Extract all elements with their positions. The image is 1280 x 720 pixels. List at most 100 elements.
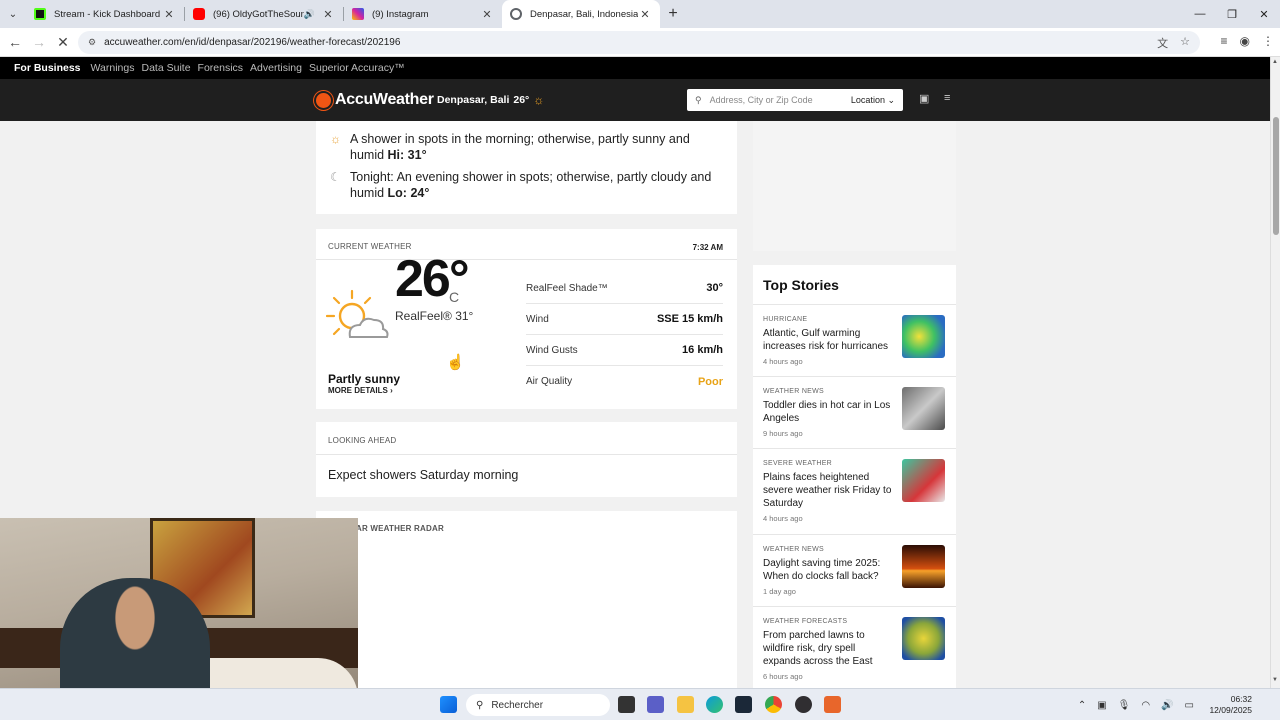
- ad-placeholder: [753, 121, 956, 251]
- obs-icon[interactable]: [795, 696, 812, 713]
- page-scrollbar[interactable]: ▲ ▼: [1270, 57, 1280, 688]
- story-headline[interactable]: From parched lawns to wildfire risk, dry…: [763, 629, 893, 668]
- tab-instagram[interactable]: (9) Instagram ✕: [344, 0, 502, 28]
- story-time: 4 hours ago: [763, 514, 803, 523]
- microphone-icon[interactable]: 🎙: [1118, 700, 1131, 711]
- volume-icon[interactable]: 🔊: [1161, 700, 1173, 711]
- tab-kick[interactable]: Stream - Kick Dashboard ✕: [26, 0, 184, 28]
- for-business-link[interactable]: For Business: [14, 62, 81, 74]
- app-icon[interactable]: [824, 696, 841, 713]
- night-forecast: ☾ Tonight: An evening shower in spots; o…: [330, 169, 720, 201]
- partly-sunny-icon: [326, 289, 389, 338]
- story-item[interactable]: SEVERE WEATHER Plains faces heightened s…: [753, 448, 956, 534]
- data-suite-link[interactable]: Data Suite: [142, 62, 191, 74]
- teams-icon[interactable]: [647, 696, 664, 713]
- story-headline[interactable]: Toddler dies in hot car in Los Angeles: [763, 399, 893, 425]
- browser-toolbar: ← → ✕ ⚙ accuweather.com/en/id/denpasar/2…: [0, 28, 1280, 57]
- media-control-icon[interactable]: ≡: [1221, 34, 1228, 48]
- youtube-favicon-icon: [193, 8, 205, 20]
- bookmark-star-icon[interactable]: ☆: [1180, 35, 1190, 51]
- detail-value: SSE 15 km/h: [656, 313, 723, 325]
- accuweather-logo[interactable]: AccuWeather: [316, 91, 434, 109]
- story-category: WEATHER NEWS: [763, 546, 825, 553]
- stop-loading-icon[interactable]: ✕: [51, 34, 75, 51]
- windows-start-icon[interactable]: [440, 696, 457, 713]
- sunset-thumbnail[interactable]: [902, 545, 945, 588]
- tab-search-icon[interactable]: ⌄: [0, 0, 26, 28]
- car-seat-thumbnail[interactable]: [902, 387, 945, 430]
- loading-favicon-icon: [510, 8, 522, 20]
- looking-ahead-caption: LOOKING AHEAD: [328, 436, 397, 445]
- chrome-icon[interactable]: [765, 696, 782, 713]
- windows-taskbar: ⚲ Rechercher ⌃ ▣ 🎙 ◠ 🔊 ▭ 06:32 12/09/202…: [0, 688, 1280, 720]
- hamburger-menu-icon[interactable]: ≡: [944, 92, 950, 104]
- story-item[interactable]: WEATHER NEWS Daylight saving time 2025: …: [753, 534, 956, 606]
- close-tab-icon[interactable]: ✕: [321, 8, 335, 21]
- taskbar-clock[interactable]: 06:32 12/09/2025: [1209, 694, 1252, 716]
- search-input[interactable]: Address, City or Zip Code: [710, 95, 813, 105]
- forward-icon[interactable]: →: [27, 34, 51, 50]
- profile-icon[interactable]: ◉: [1240, 34, 1250, 48]
- forensics-link[interactable]: Forensics: [198, 62, 244, 74]
- advertising-link[interactable]: Advertising: [250, 62, 302, 74]
- scroll-up-icon[interactable]: ▲: [1272, 59, 1278, 65]
- night-forecast-text: Tonight: An evening shower in spots; oth…: [350, 169, 720, 201]
- site-info-icon[interactable]: ⚙: [88, 37, 96, 48]
- condition-text: Partly sunny: [328, 372, 401, 386]
- story-headline[interactable]: Daylight saving time 2025: When do clock…: [763, 557, 893, 583]
- location-button[interactable]: Location ⌄: [851, 95, 895, 106]
- close-tab-icon[interactable]: ✕: [638, 8, 652, 21]
- superior-accuracy-link[interactable]: Superior Accuracy™: [309, 62, 405, 74]
- drought-map-thumbnail[interactable]: [902, 617, 945, 660]
- task-view-icon[interactable]: [618, 696, 635, 713]
- looking-ahead-card[interactable]: LOOKING AHEAD Expect showers Saturday mo…: [316, 422, 737, 497]
- scrollbar-thumb[interactable]: [1273, 117, 1279, 235]
- minimize-icon[interactable]: —: [1184, 0, 1216, 28]
- back-icon[interactable]: ←: [3, 34, 27, 50]
- today-forecast-card[interactable]: ☼ A shower in spots in the morning; othe…: [316, 121, 737, 214]
- close-tab-icon[interactable]: ✕: [162, 8, 176, 21]
- current-weather-card[interactable]: CURRENT WEATHER 7:32 AM 26° C RealFeel® …: [316, 229, 737, 409]
- battery-icon[interactable]: ▭: [1185, 700, 1194, 711]
- video-icon[interactable]: ▣: [919, 92, 929, 105]
- warnings-link[interactable]: Warnings: [91, 62, 135, 74]
- story-headline[interactable]: Plains faces heightened severe weather r…: [763, 471, 893, 510]
- story-item[interactable]: HURRICANE Atlantic, Gulf warming increas…: [753, 304, 956, 376]
- address-bar[interactable]: ⚙ accuweather.com/en/id/denpasar/202196/…: [78, 31, 1200, 54]
- file-explorer-icon[interactable]: [677, 696, 694, 713]
- severe-map-thumbnail[interactable]: [902, 459, 945, 502]
- detail-label: Wind: [526, 313, 549, 325]
- maximize-icon[interactable]: ❐: [1216, 0, 1248, 28]
- clock-time: 06:32: [1230, 694, 1252, 704]
- tab-youtube[interactable]: (96) OldyGotTheSound, Ar 🔊 ✕: [185, 0, 343, 28]
- close-tab-icon[interactable]: ✕: [480, 8, 494, 21]
- hurricane-thumbnail[interactable]: [902, 315, 945, 358]
- translate-icon[interactable]: 文: [1157, 35, 1168, 51]
- speaker-icon[interactable]: 🔊: [304, 9, 315, 20]
- wifi-icon[interactable]: ◠: [1141, 700, 1150, 711]
- header-location[interactable]: Denpasar, Bali 26° ☼: [437, 93, 544, 107]
- tray-app-icon[interactable]: ▣: [1097, 700, 1106, 711]
- radar-card[interactable]: AR WEATHER RADAR: [316, 511, 737, 688]
- sun-logo-icon: [316, 92, 331, 108]
- close-window-icon[interactable]: ✕: [1248, 0, 1280, 28]
- edge-icon[interactable]: [706, 696, 723, 713]
- day-forecast-text: A shower in spots in the morning; otherw…: [350, 131, 710, 163]
- tab-accuweather[interactable]: Denpasar, Bali, Indonesia Weat ✕: [502, 0, 660, 28]
- story-category: WEATHER NEWS: [763, 388, 825, 395]
- story-item[interactable]: WEATHER FORECASTS From parched lawns to …: [753, 606, 956, 688]
- top-stories-title: Top Stories: [763, 277, 839, 293]
- story-item[interactable]: WEATHER NEWS Toddler dies in hot car in …: [753, 376, 956, 448]
- more-details-link[interactable]: MORE DETAILS ›: [328, 386, 393, 395]
- story-headline[interactable]: Atlantic, Gulf warming increases risk fo…: [763, 327, 893, 353]
- taskbar-search[interactable]: ⚲ Rechercher: [466, 694, 610, 716]
- scroll-down-icon[interactable]: ▼: [1272, 677, 1278, 683]
- new-tab-icon[interactable]: +: [660, 5, 686, 23]
- menu-kebab-icon[interactable]: ⋮: [1262, 34, 1274, 48]
- location-search[interactable]: ⚲ Address, City or Zip Code Location ⌄: [687, 89, 903, 111]
- steam-icon[interactable]: [735, 696, 752, 713]
- logo-text: AccuWeather: [335, 91, 434, 108]
- tray-overflow-icon[interactable]: ⌃: [1078, 700, 1086, 711]
- location-label: Location: [850, 94, 885, 105]
- realfeel-value: RealFeel® 31°: [395, 309, 474, 323]
